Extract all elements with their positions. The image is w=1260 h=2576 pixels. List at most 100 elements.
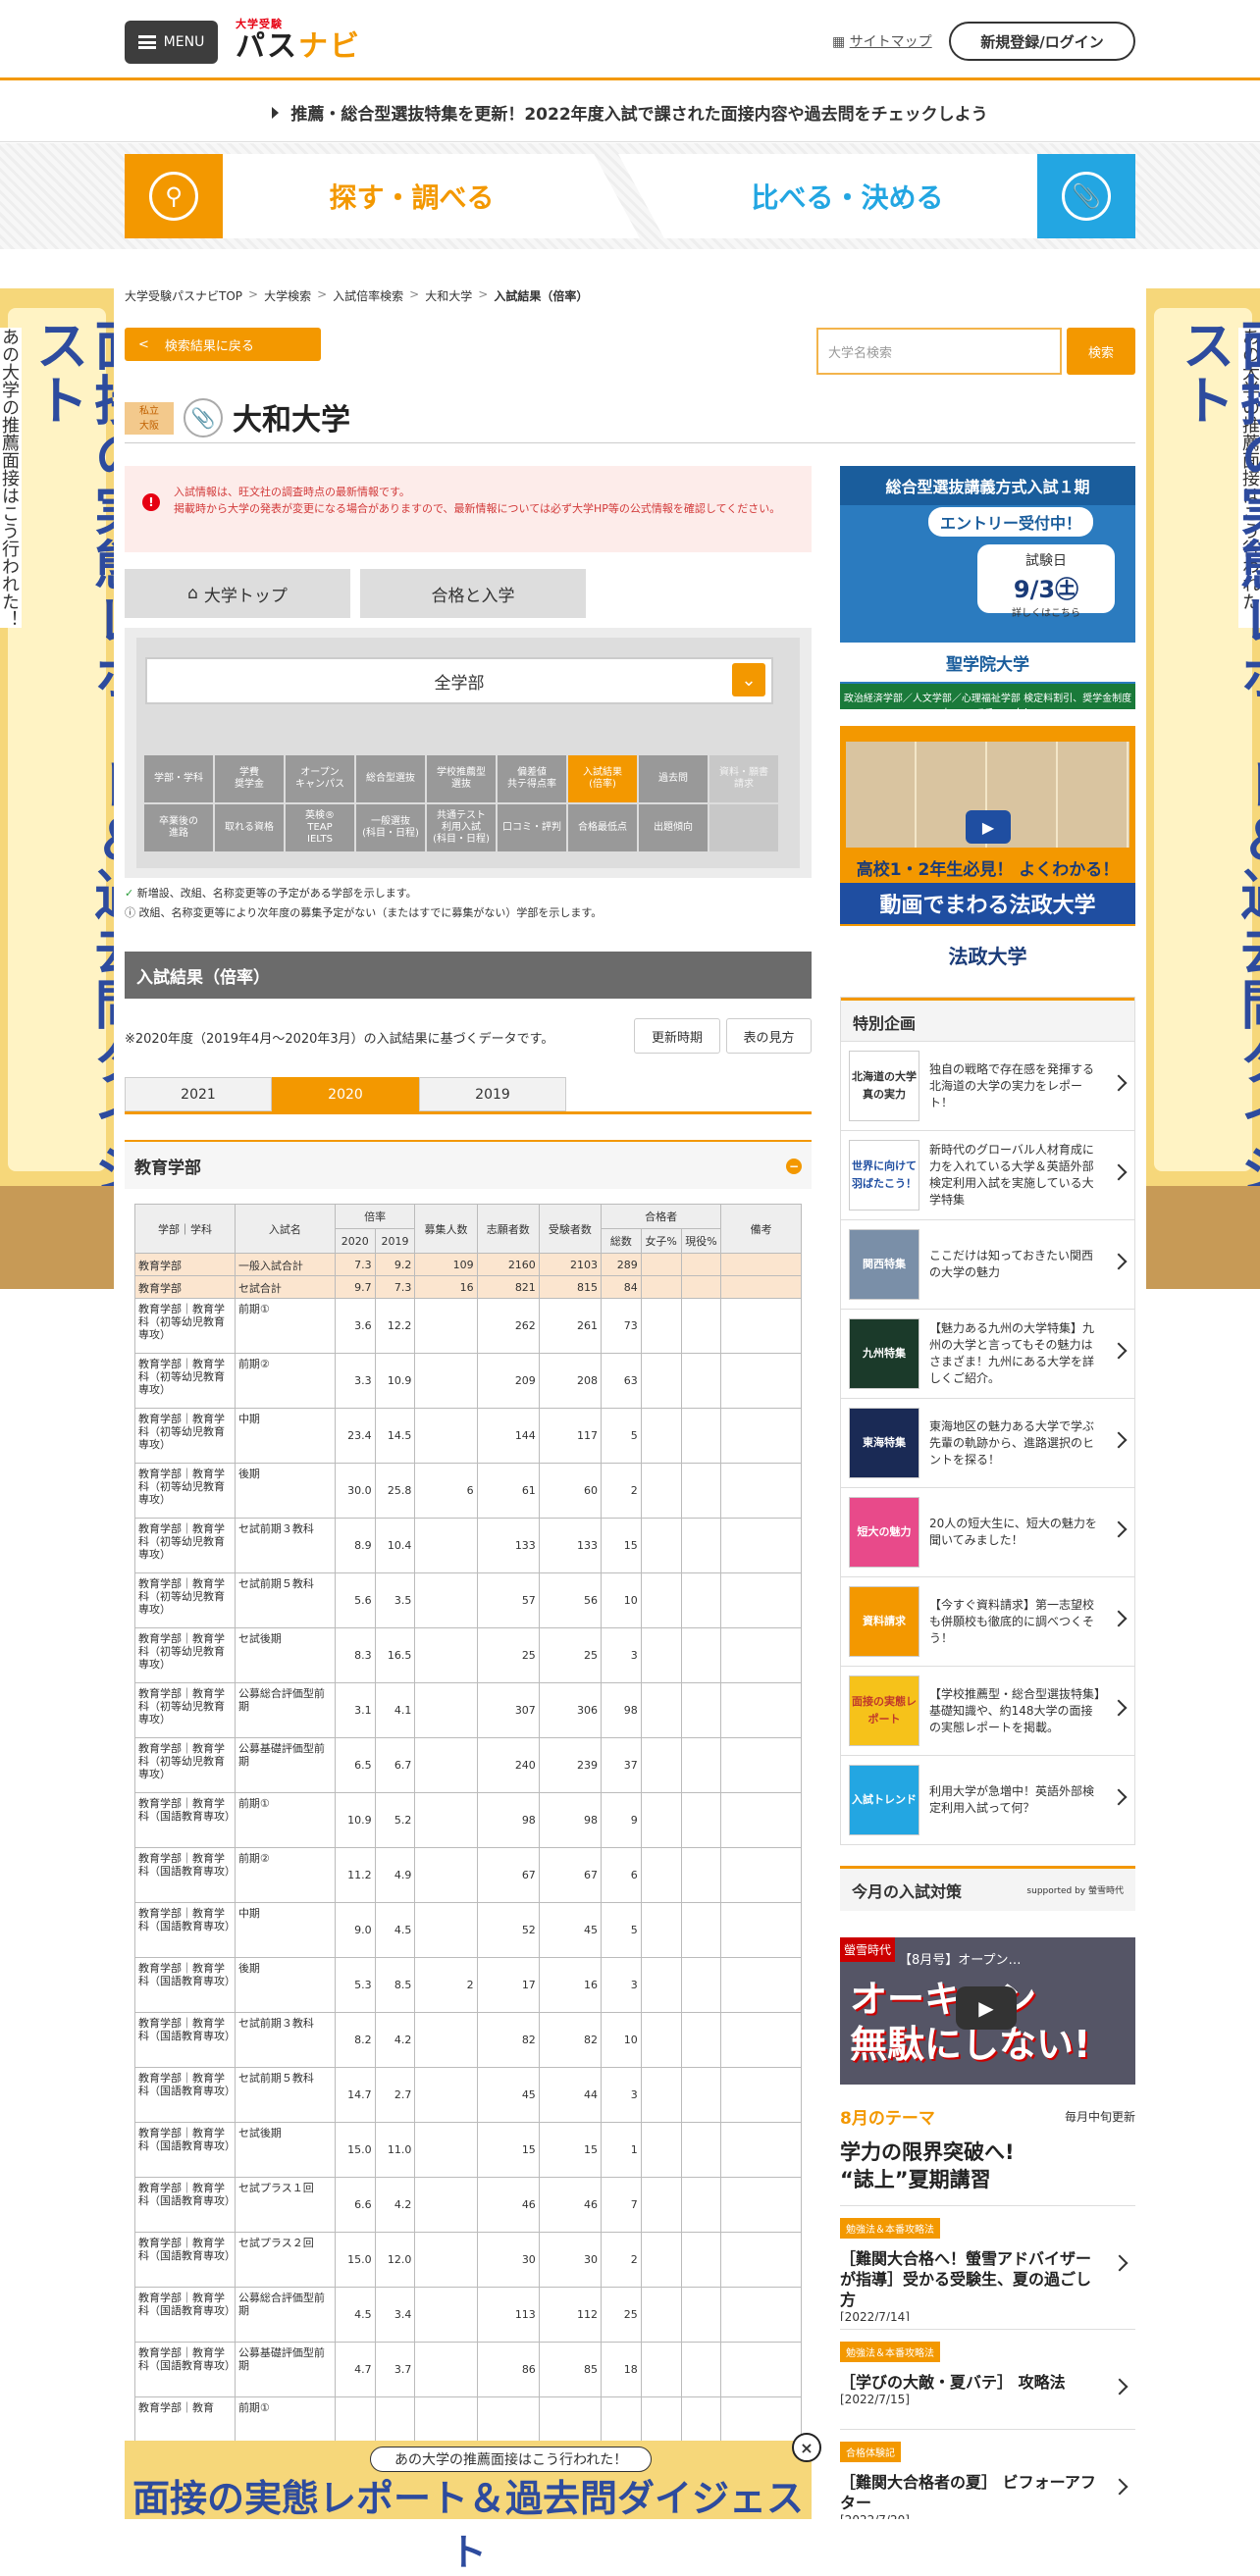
category-menu-item[interactable]: 共通テスト 利用入試 (科目・日程) (427, 804, 496, 851)
table-cell: 261 (538, 1298, 603, 1354)
category-menu-item[interactable]: 卒業後の 進路 (144, 804, 213, 851)
article-title: ［学びの大敵・夏バテ］ 攻略法 (840, 2373, 1066, 2392)
tab-2021[interactable]: 2021 (125, 1077, 272, 1111)
special-feature-item[interactable]: 資料請求 【今すぐ資料請求】第一志望校も併願校も徹底的に調べつくそう！ (841, 1576, 1134, 1666)
menu-button[interactable]: MENU (125, 21, 218, 64)
compare-nav-icon[interactable]: 📎 (1037, 154, 1135, 238)
table-row: 教育学部｜教育学科（初等幼児教育専攻） セ試前期５教科 5.6 3.5 57 56 10 (134, 1572, 802, 1628)
table-cell: 67 (476, 1847, 540, 1903)
special-feature-box: 特別企画 北海道の大学真の実力 独自の戦略で存在感を発揮する北海道の大学の実力をレ… (840, 997, 1135, 1845)
category-menu-item[interactable]: オープン キャンパス (286, 755, 354, 802)
breadcrumb-item[interactable]: 大和大学 (425, 287, 472, 304)
category-menu-item[interactable]: 学部・学科 (144, 755, 213, 802)
clip-icon[interactable]: 📎 (184, 398, 223, 438)
table-cell: 教育学部｜教育学科（国語教育専攻） (134, 2232, 236, 2288)
sitemap-link[interactable]: ▦ サイトマップ (832, 31, 932, 51)
table-cell (680, 1792, 722, 1848)
category-menu-item[interactable]: 出題傾向 (639, 804, 708, 851)
left-side-ad[interactable]: あの大学の推薦面接はこう行われた！ 面接の実態レポート＆過去問ダイジェスト (0, 288, 114, 1289)
category-menu-item[interactable]: 合格最低点 (568, 804, 637, 851)
table-row: 教育学部｜教育学科（初等幼児教育専攻） 後期 30.0 25.8 6 61 60 2 (134, 1463, 802, 1519)
tab-2019[interactable]: 2019 (419, 1077, 566, 1111)
category-menu-item[interactable]: 取れる資格 (215, 804, 284, 851)
table-row: 教育学部｜教育学科（国語教育専攻） 中期 9.0 4.5 52 45 5 (134, 1902, 802, 1958)
breadcrumb-item[interactable]: 大学検索 (264, 287, 311, 304)
category-menu-item[interactable]: 入試結果 (倍率) (568, 755, 637, 802)
article-item[interactable]: 勉強法＆本番攻略法 ［難関大合格へ！螢雪アドバイザーが指導］受かる受験生、夏の過ご… (840, 2205, 1135, 2321)
table-cell (640, 1518, 682, 1573)
collapse-icon[interactable]: − (786, 1159, 802, 1174)
category-menu-item[interactable]: 偏差値 共テ得点率 (498, 755, 566, 802)
notice-banner[interactable]: 推薦・総合型選抜特集を更新！2022年度入試で課された面接内容や過去問をチェック… (0, 83, 1260, 142)
category-menu-item[interactable]: 総合型選抜 (356, 755, 425, 802)
table-cell: 5.3 (334, 1957, 376, 2013)
special-feature-item[interactable]: 短大の魅力 20人の短大生に、短大の魅力を聞いてみました！ (841, 1487, 1134, 1576)
seigakuin-ad[interactable]: 総合型選抜講義方式入試１期 エントリー受付中！ 試験日 9/3㊏ 詳しくはこちら 聖… (840, 466, 1135, 719)
category-menu-item[interactable]: 口コミ・評判 (498, 804, 566, 851)
table-cell: 25.8 (374, 1463, 416, 1519)
table-cell: 8.9 (334, 1518, 376, 1573)
tab-pass-and-enroll[interactable]: 合格と入学 (360, 569, 586, 618)
table-cell: 30 (538, 2232, 603, 2288)
play-button[interactable]: ▶ (956, 1986, 1017, 2030)
update-time-button[interactable]: 更新時期 (634, 1018, 720, 1054)
special-feature-item[interactable]: 北海道の大学真の実力 独自の戦略で存在感を発揮する北海道の大学の実力をレポート！ (841, 1041, 1134, 1130)
breadcrumb-item[interactable]: 大学受験パスナビTOP (125, 287, 242, 304)
special-feature-item[interactable]: 入試トレンド 利用大学が急増中！英語外部検定利用入試って何？ (841, 1755, 1134, 1844)
bottom-sticky-ad[interactable]: あの大学の推薦面接はこう行われた！ 面接の実態レポート＆過去問ダイジェスト × (125, 2433, 821, 2574)
table-cell: 144 (476, 1408, 540, 1464)
table-cell (414, 1408, 478, 1464)
table-cell (680, 1518, 722, 1573)
category-menu-item[interactable]: 学校推薦型 選抜 (427, 755, 496, 802)
close-icon[interactable]: × (792, 2433, 821, 2462)
tab-university-top[interactable]: ⌂ 大学トップ (125, 569, 350, 618)
site-logo[interactable]: 大学受験 パスナビ (236, 16, 361, 65)
special-feature-item[interactable]: 面接の実態レポート 【学校推薦型・総合型選抜特集】基礎知識や、約148大学の面接の… (841, 1666, 1134, 1755)
tab-2020[interactable]: 2020 (272, 1077, 419, 1111)
chevron-right-icon (1110, 1788, 1128, 1806)
right-side-ad[interactable]: あの大学の推薦面接はこう行われた！ 面接の実態レポート＆過去問ダイジェスト (1146, 288, 1260, 1289)
faculty-select[interactable]: 全学部 ⌄ (145, 657, 773, 704)
table-cell: 815 (538, 1275, 603, 1299)
table-cell (720, 1847, 802, 1903)
category-menu-item[interactable]: 英検® TEAP IELTS (286, 804, 354, 851)
table-cell: 73 (601, 1298, 642, 1354)
video-player[interactable]: 螢雪時代 【8月号】オープン… オーキャン 無駄にしない! ▶ (840, 1937, 1135, 2085)
nav-search-tab[interactable]: 探す・調べる (223, 154, 640, 238)
table-cell: 5.2 (374, 1792, 416, 1848)
article-item[interactable]: 合格体験記 ［難関大合格者の夏］ ビフォーアフター[2022/7/20] (840, 2429, 1135, 2519)
special-feature-item[interactable]: 東海特集 東海地区の魅力ある大学で学ぶ先輩の軌跡から、進路選択のヒントを探る！ (841, 1398, 1134, 1487)
category-menu-item[interactable]: 過去問 (639, 755, 708, 802)
table-guide-button[interactable]: 表の見方 (726, 1018, 812, 1054)
category-menu-item[interactable]: 学費 奨学金 (215, 755, 284, 802)
search-button[interactable]: 検索 (1067, 328, 1135, 375)
login-button[interactable]: 新規登録/ログイン (949, 22, 1135, 61)
table-cell (640, 1792, 682, 1848)
ad1-entry: エントリー受付中！ (928, 507, 1094, 537)
hosei-ad[interactable]: ▶ 高校1・2年生必見！ よくわかる！ 動画でまわる法政大学 法政大学 (840, 726, 1135, 983)
category-menu-item[interactable]: 一般選抜 (科目・日程) (356, 804, 425, 851)
table-cell: 85 (538, 2342, 603, 2397)
table-cell: 86 (476, 2342, 540, 2397)
university-search-input[interactable]: 大学名検索 (816, 328, 1062, 375)
table-cell (720, 1408, 802, 1464)
table-cell: 4.9 (374, 1847, 416, 1903)
theme-row: 8月のテーマ 毎月中旬更新 (840, 2108, 1135, 2129)
table-cell: 133 (538, 1518, 603, 1573)
special-feature-item[interactable]: 関西特集 ここだけは知っておきたい関西の大学の魅力 (841, 1219, 1134, 1309)
search-nav-icon[interactable]: ⚲ (125, 154, 223, 238)
article-item[interactable]: 勉強法＆本番攻略法 ［学びの大敵・夏バテ］ 攻略法 [2022/7/15] (840, 2329, 1135, 2445)
table-cell (640, 1737, 682, 1793)
table-cell (640, 1408, 682, 1464)
table-cell (680, 1957, 722, 2013)
special-feature-item[interactable]: 世界に向けて羽ばたこう！ 新時代のグローバル人材育成に力を入れている大学＆英語外部… (841, 1130, 1134, 1219)
nav-compare-tab[interactable]: 比べる・決める (618, 154, 1037, 238)
breadcrumb-item[interactable]: 入試倍率検索 (333, 287, 403, 304)
table-cell (680, 2122, 722, 2178)
table-cell: 教育学部｜教育学科（初等幼児教育専攻） (134, 1737, 236, 1793)
special-feature-item[interactable]: 九州特集 【魅力ある九州の大学特集】九州の大学と言ってもその魅力はさまざま！九州に… (841, 1309, 1134, 1398)
faculty-accordion[interactable]: 教育学部 − (125, 1140, 812, 1189)
header-2019: 2019 (374, 1228, 416, 1254)
back-to-results-button[interactable]: < 検索結果に戻る (125, 328, 321, 361)
table-cell: 52 (476, 1902, 540, 1958)
